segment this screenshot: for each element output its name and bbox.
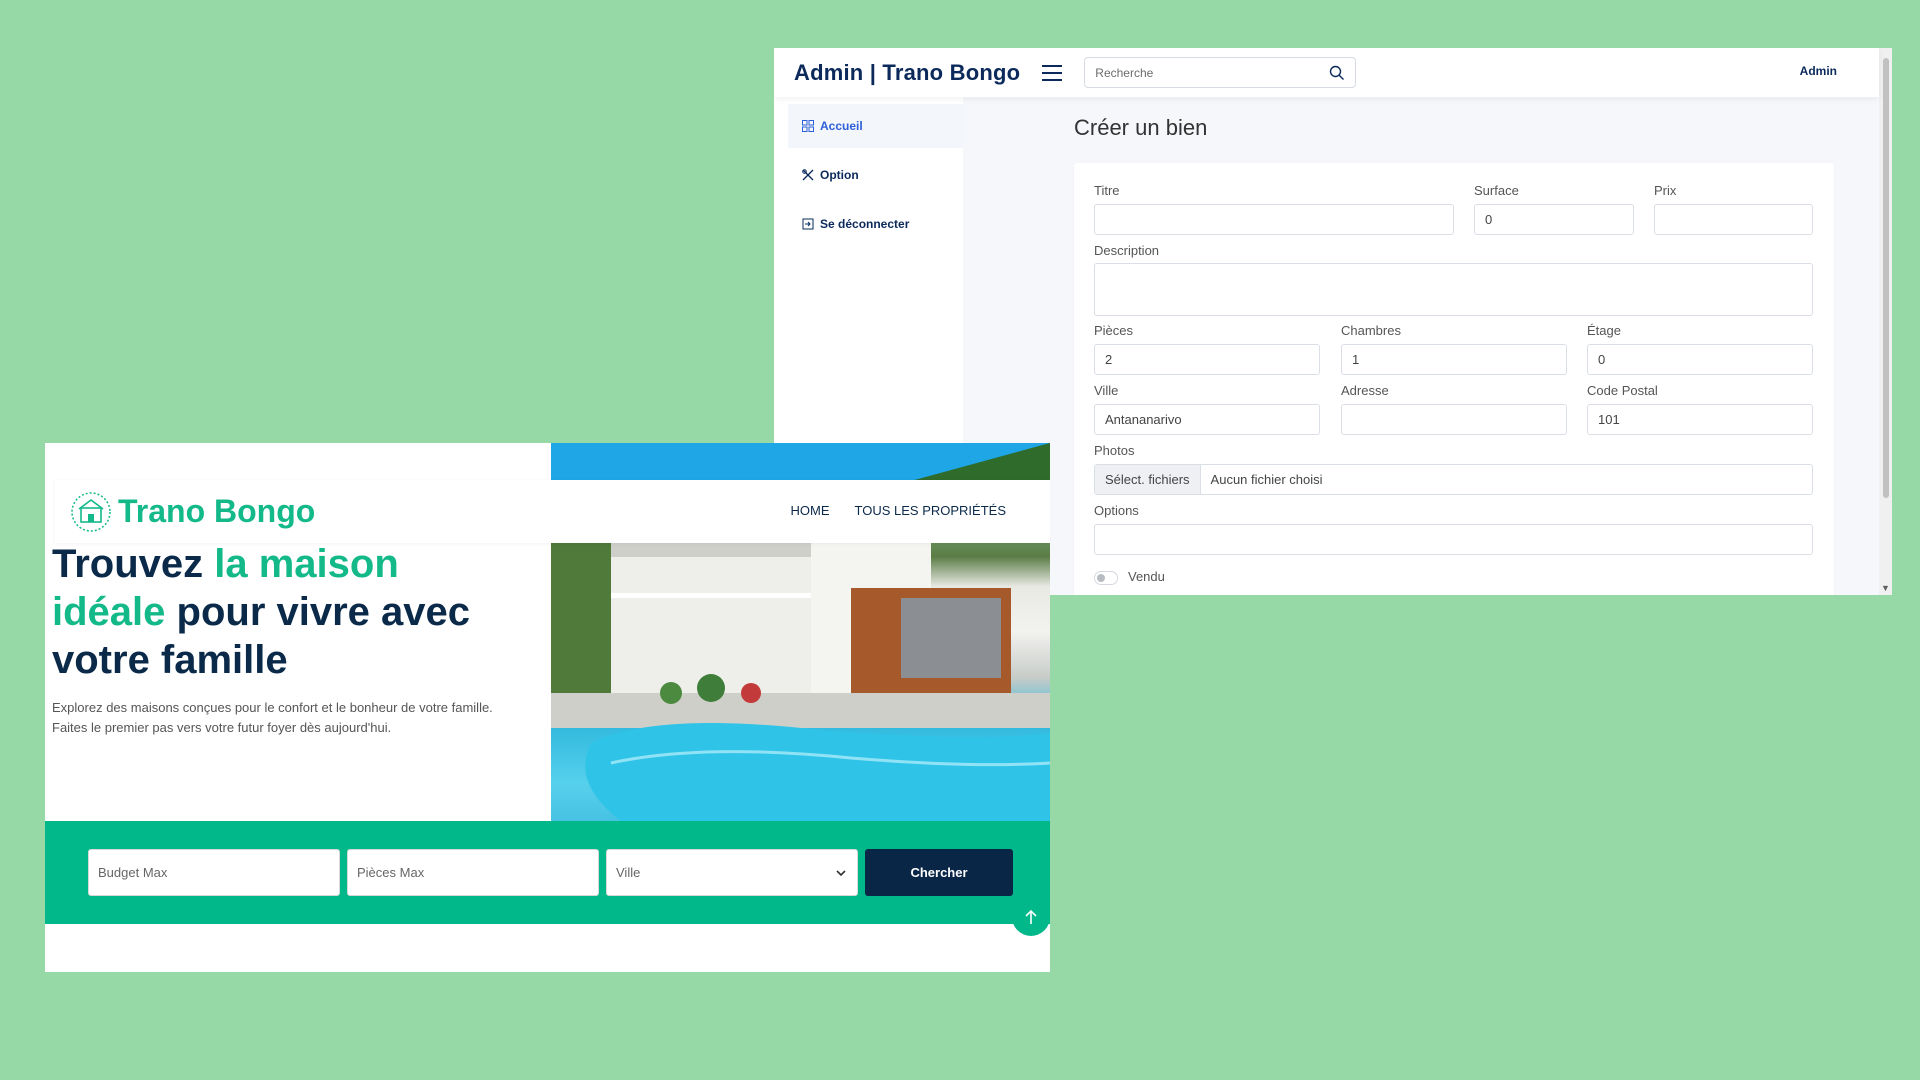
hero-title-part: pour vivre avec [165, 590, 471, 634]
titre-label: Titre [1094, 183, 1120, 198]
sidebar-item-label: Se déconnecter [820, 217, 910, 231]
nav-properties-link[interactable]: TOUS LES PROPRIÉTÉS [855, 503, 1006, 518]
hero-title: Trouvez la maison idéale pour vivre avec… [52, 540, 532, 684]
sidebar-item-label: Option [820, 168, 859, 182]
menu-icon[interactable] [1042, 64, 1063, 81]
ville-select-value: Ville [616, 865, 641, 880]
chambres-input[interactable]: 1 [1341, 344, 1567, 375]
hero-subtitle: Explorez des maisons conçues pour le con… [52, 698, 522, 738]
property-search-bar: Budget Max Pièces Max Ville Chercher [45, 821, 1050, 924]
page-title: Créer un bien [1074, 115, 1208, 140]
hero-title-accent: la maison [214, 542, 399, 586]
surface-label: Surface [1474, 183, 1519, 198]
options-label: Options [1094, 503, 1139, 518]
hero-title-part: votre famille [52, 638, 288, 682]
pieces-input[interactable]: 2 [1094, 344, 1320, 375]
chambres-label: Chambres [1341, 323, 1401, 338]
hero-subtitle-line: Faites le premier pas vers votre futur f… [52, 720, 392, 735]
ville-select[interactable]: Ville [606, 849, 858, 896]
ville-label: Ville [1094, 383, 1119, 398]
file-status: Aucun fichier choisi [1210, 472, 1323, 487]
scrollbar-thumb[interactable] [1883, 58, 1889, 498]
search-button[interactable]: Chercher [865, 849, 1013, 896]
admin-search-box[interactable] [1084, 57, 1357, 88]
chevron-down-icon [836, 870, 846, 877]
ville-input[interactable]: Antananarivo [1094, 404, 1320, 435]
code-postal-label: Code Postal [1587, 383, 1658, 398]
logo-icon[interactable] [70, 491, 112, 533]
scroll-top-button[interactable] [1012, 898, 1050, 936]
budget-max-input[interactable]: Budget Max [88, 849, 340, 896]
scroll-down-icon[interactable]: ▼ [1881, 584, 1890, 593]
site-window: Trano Bongo HOME TOUS LES PROPRIÉTÉS Tro… [45, 443, 1050, 972]
etage-label: Étage [1587, 323, 1621, 338]
hero-subtitle-line: Explorez des maisons conçues pour le con… [52, 700, 493, 715]
pieces-label: Pièces [1094, 323, 1134, 338]
adresse-label: Adresse [1341, 383, 1389, 398]
nav-links: HOME TOUS LES PROPRIÉTÉS [791, 503, 1006, 518]
hero-title-part: Trouvez [52, 542, 215, 586]
vendu-label: Vendu [1128, 569, 1165, 584]
adresse-input[interactable] [1341, 404, 1567, 435]
sidebar-item-accueil[interactable]: Accueil [788, 104, 963, 148]
pieces-max-input[interactable]: Pièces Max [347, 849, 599, 896]
sidebar-item-logout[interactable]: Se déconnecter [788, 202, 963, 246]
sidebar-item-option[interactable]: Option [788, 153, 963, 197]
etage-input[interactable]: 0 [1587, 344, 1813, 375]
site-brand[interactable]: Trano Bongo [118, 493, 315, 530]
surface-input[interactable]: 0 [1474, 204, 1634, 235]
description-textarea[interactable] [1094, 263, 1813, 316]
options-input[interactable] [1094, 524, 1813, 555]
create-property-form: Titre Surface 0 Prix Description Pièces … [1074, 163, 1834, 595]
nav-home-link[interactable]: HOME [791, 503, 830, 518]
site-navbar: Trano Bongo HOME TOUS LES PROPRIÉTÉS [55, 480, 1050, 543]
admin-topbar: Admin | Trano Bongo Admin [774, 48, 1879, 97]
admin-user-menu[interactable]: Admin [1800, 64, 1837, 78]
grid-icon [802, 120, 814, 132]
tools-icon [802, 169, 814, 181]
logout-icon [802, 218, 814, 230]
admin-main: Créer un bien Titre Surface 0 Prix Descr… [963, 97, 1879, 595]
scrollbar[interactable]: ▼ [1879, 48, 1892, 595]
description-label: Description [1094, 243, 1160, 258]
vendu-toggle[interactable] [1094, 571, 1118, 585]
photos-file-input[interactable]: Sélect. fichiers Aucun fichier choisi [1094, 464, 1813, 495]
admin-brand: Admin | Trano Bongo [794, 59, 1021, 85]
prix-label: Prix [1654, 183, 1677, 198]
search-input[interactable] [1093, 64, 1324, 81]
arrow-up-icon [1025, 909, 1037, 924]
search-icon[interactable] [1329, 65, 1345, 81]
file-select-button[interactable]: Sélect. fichiers [1095, 465, 1201, 494]
titre-input[interactable] [1094, 204, 1454, 235]
prix-input[interactable] [1654, 204, 1813, 235]
hero-title-accent: idéale [52, 590, 166, 634]
code-postal-input[interactable]: 101 [1587, 404, 1813, 435]
sidebar-item-label: Accueil [820, 119, 863, 133]
photos-label: Photos [1094, 443, 1135, 458]
